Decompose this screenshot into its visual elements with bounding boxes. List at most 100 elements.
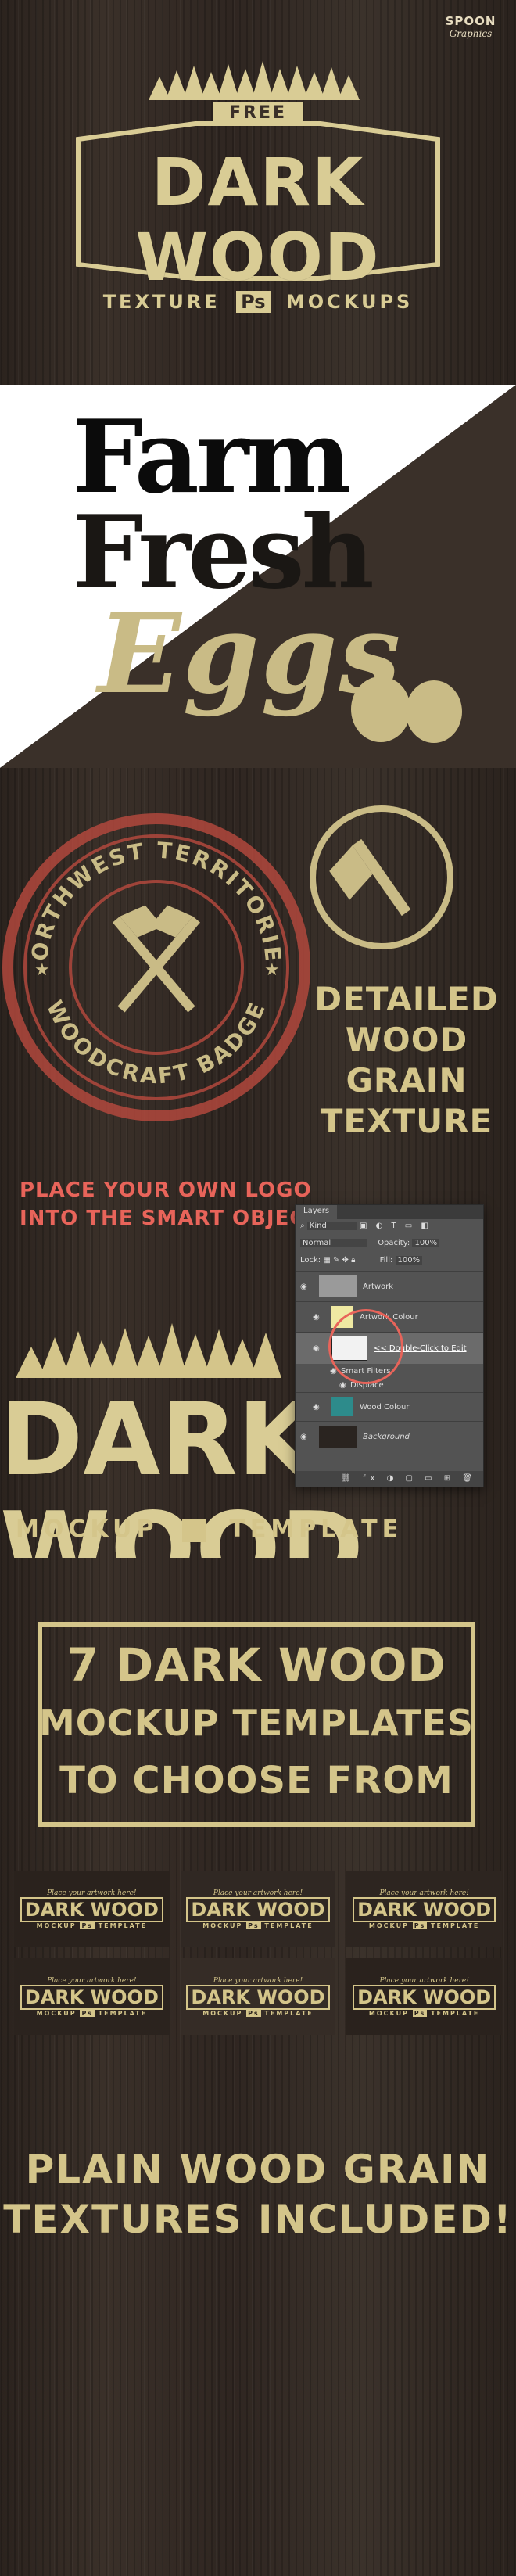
thumb-sub-left: MOCKUP [368, 2009, 409, 2017]
thumb-sub-left: MOCKUP [202, 1921, 243, 1929]
lock-icons[interactable]: ▦ ✎ ✥ 🔒︎ [323, 1256, 355, 1265]
highlight-ring [328, 1309, 403, 1384]
blend-row: Normal Opacity: 100% [296, 1236, 483, 1254]
template-thumb[interactable]: Place your artwork here! DARK WOOD MOCKU… [346, 1958, 502, 2035]
smart-heading-line1: PLACE YOUR OWN LOGO [20, 1179, 312, 1202]
eye-icon[interactable]: ◉ [313, 1344, 325, 1353]
opacity-input[interactable]: 100% [412, 1239, 440, 1247]
tab-layers[interactable]: Layers [296, 1205, 338, 1219]
lock-row: Lock: ▦ ✎ ✥ 🔒︎ Fill: 100% [296, 1254, 483, 1271]
thumb-sub-left: MOCKUP [368, 1921, 409, 1929]
layer-row[interactable]: ◉ Artwork [296, 1271, 483, 1301]
brand-line1: SPOON [445, 14, 496, 28]
mock-logo-trees [16, 1323, 281, 1378]
thumb-sub-right: TEMPLATE [431, 2009, 480, 2017]
ps-icon: Ps [246, 1921, 261, 1929]
layer-row[interactable]: ◉ Background [296, 1421, 483, 1451]
layer-thumb [319, 1275, 357, 1297]
template-thumb[interactable]: Place your artwork here! DARK WOOD MOCKU… [14, 1871, 170, 1947]
tree-line-icon [149, 61, 360, 100]
search-icon: ⌕ [300, 1222, 305, 1230]
layers-panel: Layers ⌕ Kind ▣ ◐ T ▭ ◧ Normal Opacity: … [295, 1204, 484, 1487]
opacity-label: Opacity: [378, 1239, 410, 1247]
layer-row[interactable]: ◉ Wood Colour [296, 1392, 483, 1421]
thumb-sub-left: MOCKUP [36, 1921, 77, 1929]
thumb-sub: MOCKUP Ps TEMPLATE [36, 1921, 148, 1929]
farm-line1: Farm [72, 399, 352, 516]
thumb-sub-right: TEMPLATE [98, 2009, 148, 2017]
template-thumb[interactable]: Place your artwork here! DARK WOOD MOCKU… [180, 1958, 336, 2035]
ps-icon: Ps [236, 291, 271, 313]
footer-icons[interactable]: ⛓ fx ◑ ▢ ▭ ⊞ 🗑︎ [341, 1474, 477, 1483]
woodcraft-badge: NORTHWEST TERRITORIES WOODCRAFT BADGE ★ … [0, 811, 310, 1121]
template-thumb[interactable]: Place your artwork here! DARK WOOD MOCKU… [14, 1958, 170, 2035]
thumb-sub-right: TEMPLATE [98, 1921, 148, 1929]
subtitle-left: TEXTURE [102, 291, 220, 313]
mock-sub-right: TEMPLATE [229, 1516, 403, 1543]
plain-panel: PLAIN WOOD GRAIN TEXTURES INCLUDED! [0, 2050, 516, 2576]
smart-heading: PLACE YOUR OWN LOGO INTO THE SMART OBJEC… [20, 1176, 320, 1232]
brand-logo: SPOON Graphics [443, 14, 499, 39]
thumb-title: DARK WOOD [186, 1984, 330, 2010]
layer-row[interactable]: ◉ Displace [296, 1378, 483, 1392]
filter-icons[interactable]: ▣ ◐ T ▭ ◧ [360, 1222, 432, 1230]
eye-icon[interactable]: ◉ [313, 1313, 325, 1322]
eye-icon[interactable]: ◉ [300, 1433, 313, 1441]
thumb-sub-left: MOCKUP [36, 2009, 77, 2017]
template-thumb[interactable]: Place your artwork here! DARK WOOD MOCKU… [346, 1871, 502, 1947]
templates-heading-line2: MOCKUP TEMPLATES [38, 1702, 475, 1744]
feature-line3: TEXTURE [320, 1102, 493, 1140]
templates-heading-line1: 7 DARK WOOD [66, 1638, 446, 1692]
svg-text:WOODCRAFT BADGE: WOODCRAFT BADGE [41, 996, 271, 1089]
eye-icon[interactable]: ◉ [339, 1381, 350, 1390]
filter-row: ⌕ Kind ▣ ◐ T ▭ ◧ [296, 1219, 483, 1236]
thumb-title: DARK WOOD [20, 1984, 163, 2010]
templates-heading: 7 DARK WOOD MOCKUP TEMPLATES TO CHOOSE F… [38, 1636, 475, 1810]
farm-panel: Farm Fresh Eggs [0, 385, 516, 768]
thumb-script: Place your artwork here! [213, 1889, 303, 1897]
blend-select[interactable]: Normal [300, 1239, 367, 1247]
badge-bottom-text: WOODCRAFT BADGE [41, 996, 269, 1089]
eye-icon[interactable]: ◉ [300, 1283, 313, 1291]
thumb-sub-right: TEMPLATE [431, 1921, 480, 1929]
thumb-sub: MOCKUP Ps TEMPLATE [368, 2009, 480, 2017]
fill-input[interactable]: 100% [395, 1256, 423, 1265]
smart-object-panel: PLACE YOUR OWN LOGO INTO THE SMART OBJEC… [0, 1159, 516, 1558]
badge-top-text: NORTHWEST TERRITORIES [0, 811, 284, 965]
kind-select[interactable]: Kind [306, 1222, 357, 1230]
badge-panel: NORTHWEST TERRITORIES WOODCRAFT BADGE ★ … [0, 768, 516, 1159]
lock-label: Lock: [300, 1256, 321, 1265]
layer-name: Artwork [363, 1282, 394, 1291]
hero-title: DARK WOOD [135, 144, 381, 296]
feature-text: DETAILED WOOD GRAIN TEXTURE [309, 979, 504, 1142]
farm-line2: Fresh [72, 494, 374, 612]
layer-name: Wood Colour [360, 1402, 410, 1412]
plain-heading-line2: TEXTURES INCLUDED! [3, 2197, 513, 2242]
thumb-sub: MOCKUP Ps TEMPLATE [36, 2009, 148, 2017]
eye-icon[interactable]: ◉ [313, 1403, 325, 1412]
thumb-script: Place your artwork here! [213, 1976, 303, 1985]
templates-heading-line3: TO CHOOSE FROM [59, 1759, 453, 1803]
template-thumb[interactable]: Place your artwork here! DARK WOOD MOCKU… [180, 1871, 336, 1947]
hero-panel: SPOON Graphics FREE DARK WOOD TEXTURE Ps… [0, 0, 516, 385]
thumb-title: DARK WOOD [353, 1896, 496, 1922]
ps-icon [181, 1518, 206, 1542]
thumb-script: Place your artwork here! [47, 1889, 137, 1897]
brand-line2: Graphics [449, 28, 493, 39]
thumb-title: DARK WOOD [353, 1984, 496, 2010]
feature-line1: DETAILED [314, 980, 499, 1018]
mock-logo-sub: MOCKUP TEMPLATE [16, 1516, 403, 1543]
ps-icon: Ps [80, 2009, 95, 2017]
hero-subtitle: TEXTURE Ps MOCKUPS [70, 291, 446, 313]
thumb-title: DARK WOOD [186, 1896, 330, 1922]
svg-text:NORTHWEST TERRITORIES: NORTHWEST TERRITORIES [0, 811, 286, 965]
eggs-icon [351, 676, 462, 743]
thumb-grid: Place your artwork here! DARK WOOD MOCKU… [14, 1871, 502, 2035]
ps-icon: Ps [412, 2009, 428, 2017]
layers-tabbar: Layers [296, 1205, 483, 1219]
layer-row-selected[interactable]: ◉ << Double-Click to Edit [296, 1309, 483, 1384]
subtitle-right: MOCKUPS [285, 291, 414, 313]
thumb-sub-left: MOCKUP [202, 2009, 243, 2017]
thumb-sub-right: TEMPLATE [264, 1921, 314, 1929]
layer-name: Background [363, 1432, 410, 1441]
